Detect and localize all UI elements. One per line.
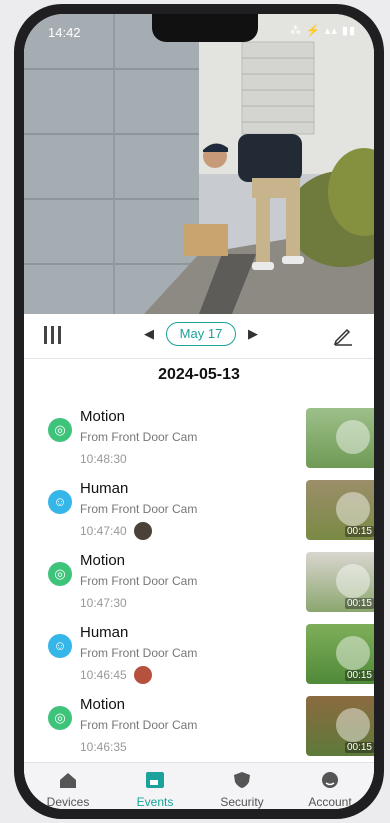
clip-duration: 00:15	[344, 598, 374, 609]
event-type: Human	[80, 480, 129, 497]
event-time: 10:46:45	[80, 668, 127, 682]
video-frame-image	[24, 14, 374, 314]
event-row[interactable]: ☺ Human From Front Door Cam 10:46:45 00:…	[24, 618, 374, 690]
shield-icon	[234, 772, 250, 788]
event-time: 10:47:30	[80, 596, 127, 610]
face-avatar	[132, 664, 154, 686]
human-icon: ☺	[48, 490, 72, 514]
motion-icon: ◎	[48, 562, 72, 586]
event-type: Human	[80, 624, 129, 641]
event-thumbnail[interactable]: 00:15	[306, 624, 374, 684]
event-type: Motion	[80, 552, 126, 569]
app-screen: 14:42 ⁂ ⚡ ▴▴ ▮▮ ◀ May 17 ▶ 2024-05-13 ◎ …	[24, 14, 374, 809]
tab-events[interactable]: Events	[111, 763, 199, 809]
tab-security[interactable]: Security	[198, 763, 286, 809]
tab-devices[interactable]: Devices	[24, 763, 112, 809]
play-ripple-icon	[336, 708, 370, 742]
camera-notch	[152, 14, 258, 42]
event-thumbnail[interactable]: 00:15	[306, 552, 374, 612]
event-type: Motion	[80, 408, 126, 425]
event-source: From Front Door Cam	[80, 502, 198, 516]
event-time: 10:46:35	[80, 740, 127, 754]
clip-duration: 00:15	[344, 670, 374, 681]
event-thumbnail[interactable]: 00:15	[306, 696, 374, 756]
day-header: 2024-05-13	[158, 366, 240, 383]
event-thumbnail[interactable]: 00:15	[306, 480, 374, 540]
motion-icon: ◎	[48, 706, 72, 730]
house-icon	[60, 773, 76, 788]
event-time: 10:47:40	[80, 524, 127, 538]
human-icon: ☺	[48, 634, 72, 658]
edit-pen-icon[interactable]	[332, 324, 354, 346]
tab-label: Devices	[46, 795, 90, 809]
status-bar: 14:42 ⁂ ⚡ ▴▴ ▮▮	[24, 14, 374, 48]
phone-frame: 14:42 ⁂ ⚡ ▴▴ ▮▮ ◀ May 17 ▶ 2024-05-13 ◎ …	[14, 4, 384, 819]
motion-icon: ◎	[48, 418, 72, 442]
play-ripple-icon	[336, 636, 370, 670]
event-source: From Front Door Cam	[80, 430, 198, 444]
event-toolbar: ◀ May 17 ▶	[24, 314, 374, 359]
event-row[interactable]: ◎ Motion From Front Door Cam 10:47:30 00…	[24, 546, 374, 618]
event-row[interactable]: ◎ Motion From Front Door Cam 10:46:35 00…	[24, 690, 374, 762]
face-avatar	[132, 520, 154, 542]
tab-account[interactable]: Account	[286, 763, 374, 809]
event-type: Motion	[80, 696, 126, 713]
event-source: From Front Door Cam	[80, 646, 198, 660]
tab-label: Events	[136, 795, 174, 809]
next-day-button[interactable]: ▶	[248, 326, 258, 342]
status-time: 14:42	[48, 25, 81, 40]
date-picker-pill[interactable]: May 17	[166, 322, 236, 346]
play-ripple-icon	[336, 492, 370, 526]
event-thumbnail[interactable]	[306, 408, 374, 468]
play-ripple-icon	[336, 564, 370, 598]
filter-bars-icon[interactable]	[44, 326, 64, 344]
event-source: From Front Door Cam	[80, 718, 198, 732]
live-video-feed[interactable]	[24, 14, 374, 314]
event-row[interactable]: ◎ Motion From Front Door Cam 10:48:30	[24, 402, 374, 474]
event-row[interactable]: ☺ Human From Front Door Cam 10:47:40 00:…	[24, 474, 374, 546]
tab-label: Security	[220, 795, 264, 809]
tab-label: Account	[308, 795, 352, 809]
bottom-tab-bar: Devices Events Security Account	[24, 762, 374, 809]
event-source: From Front Door Cam	[80, 574, 198, 588]
user-icon	[322, 772, 338, 788]
status-icons: ⁂ ⚡ ▴▴ ▮▮	[289, 25, 356, 37]
clip-duration: 00:15	[344, 742, 374, 753]
clip-duration: 00:15	[344, 526, 374, 537]
previous-day-button[interactable]: ◀	[144, 326, 154, 342]
events-grid-icon	[146, 772, 164, 788]
play-ripple-icon	[336, 420, 370, 454]
event-time: 10:48:30	[80, 452, 127, 466]
